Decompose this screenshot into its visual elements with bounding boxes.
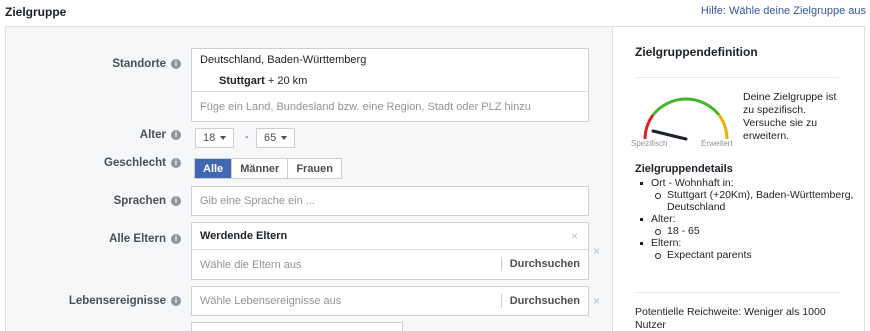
detail-subitem: Stuttgart (+20Km), Baden-Württemberg, De…	[635, 189, 855, 213]
location-input[interactable]: Füge ein Land, Bundesland bzw. eine Regi…	[192, 91, 588, 121]
languages-input[interactable]: Gib eine Sprache ein ...	[191, 186, 589, 216]
gauge-right-label: Erweitert	[701, 139, 733, 148]
parents-selected-item: Werdende Eltern	[200, 230, 288, 242]
gender-selector: Alle Männer Frauen	[194, 158, 342, 179]
parents-browse-button[interactable]: Durchsuchen	[500, 257, 588, 271]
gauge-red-segment	[643, 114, 655, 140]
gender-male-button[interactable]: Männer	[232, 159, 289, 178]
life-events-browse-button[interactable]: Durchsuchen	[500, 294, 588, 308]
clear-selection-icon[interactable]: ×	[571, 229, 578, 243]
parents-input[interactable]: Wähle die Eltern aus Durchsuchen	[192, 249, 588, 279]
detail-subitem: Expectant parents	[635, 249, 855, 261]
detail-subitem: 18 - 65	[635, 225, 855, 237]
next-field-input[interactable]	[191, 322, 403, 331]
help-link[interactable]: Hilfe: Wähle deine Zielgruppe aus	[701, 5, 866, 17]
age-label: Alter i	[140, 129, 181, 141]
info-icon[interactable]: i	[171, 234, 181, 244]
audience-gauge	[643, 97, 729, 141]
location-city[interactable]: Stuttgart + 20 km	[192, 71, 588, 91]
chevron-down-icon	[220, 136, 227, 140]
languages-label: Sprachen i	[114, 195, 181, 207]
audience-definition-panel: Zielgruppendefinition Spezifisch Erweite…	[612, 27, 864, 331]
detail-item: Eltern:	[635, 237, 855, 249]
divider	[635, 292, 839, 293]
location-country: Deutschland, Baden-Württemberg	[200, 54, 367, 66]
info-icon[interactable]: i	[171, 196, 181, 206]
gender-all-button[interactable]: Alle	[195, 159, 233, 178]
gauge-green-segment	[651, 97, 721, 116]
potential-reach: Potentielle Reichweite: Weniger als 1000…	[635, 306, 826, 331]
divider	[635, 77, 839, 78]
gender-label: Geschlecht i	[104, 157, 181, 169]
chevron-down-icon	[281, 136, 288, 140]
locations-box: Deutschland, Baden-Württemberg Stuttgart…	[191, 48, 589, 122]
remove-parents-icon[interactable]: ×	[593, 244, 600, 258]
section-title: Zielgruppe	[5, 5, 67, 19]
info-icon[interactable]: i	[171, 59, 181, 69]
gauge-needle	[651, 129, 688, 141]
life-events-label: Lebensereignisse i	[69, 295, 181, 307]
locations-label: Standorte i	[112, 58, 181, 70]
detail-item: Alter:	[635, 213, 855, 225]
detail-item: Ort - Wohnhaft in:	[635, 177, 855, 189]
gauge-left-label: Spezifisch	[631, 139, 668, 148]
audience-details-list: Ort - Wohnhaft in: Stuttgart (+20Km), Ba…	[635, 177, 855, 261]
gender-female-button[interactable]: Frauen	[288, 159, 341, 178]
info-icon[interactable]: i	[171, 296, 181, 306]
life-events-input[interactable]: Wähle Lebensereignisse aus Durchsuchen	[191, 286, 589, 316]
parents-box: Werdende Eltern × Wähle die Eltern aus D…	[191, 222, 589, 280]
parents-label: Alle Eltern i	[109, 233, 181, 245]
gauge-yellow-segment	[717, 114, 729, 140]
info-icon[interactable]: i	[171, 130, 181, 140]
age-separator: -	[245, 131, 249, 143]
audience-details-title: Zielgruppendetails	[635, 163, 733, 175]
info-icon[interactable]: i	[171, 158, 181, 168]
gauge-message: Deine Zielgruppe ist zu spezifisch. Vers…	[743, 91, 837, 142]
audience-definition-title: Zielgruppendefinition	[635, 45, 758, 59]
remove-life-events-icon[interactable]: ×	[593, 294, 600, 308]
age-min-select[interactable]: 18	[195, 128, 235, 148]
age-max-select[interactable]: 65	[256, 128, 296, 148]
